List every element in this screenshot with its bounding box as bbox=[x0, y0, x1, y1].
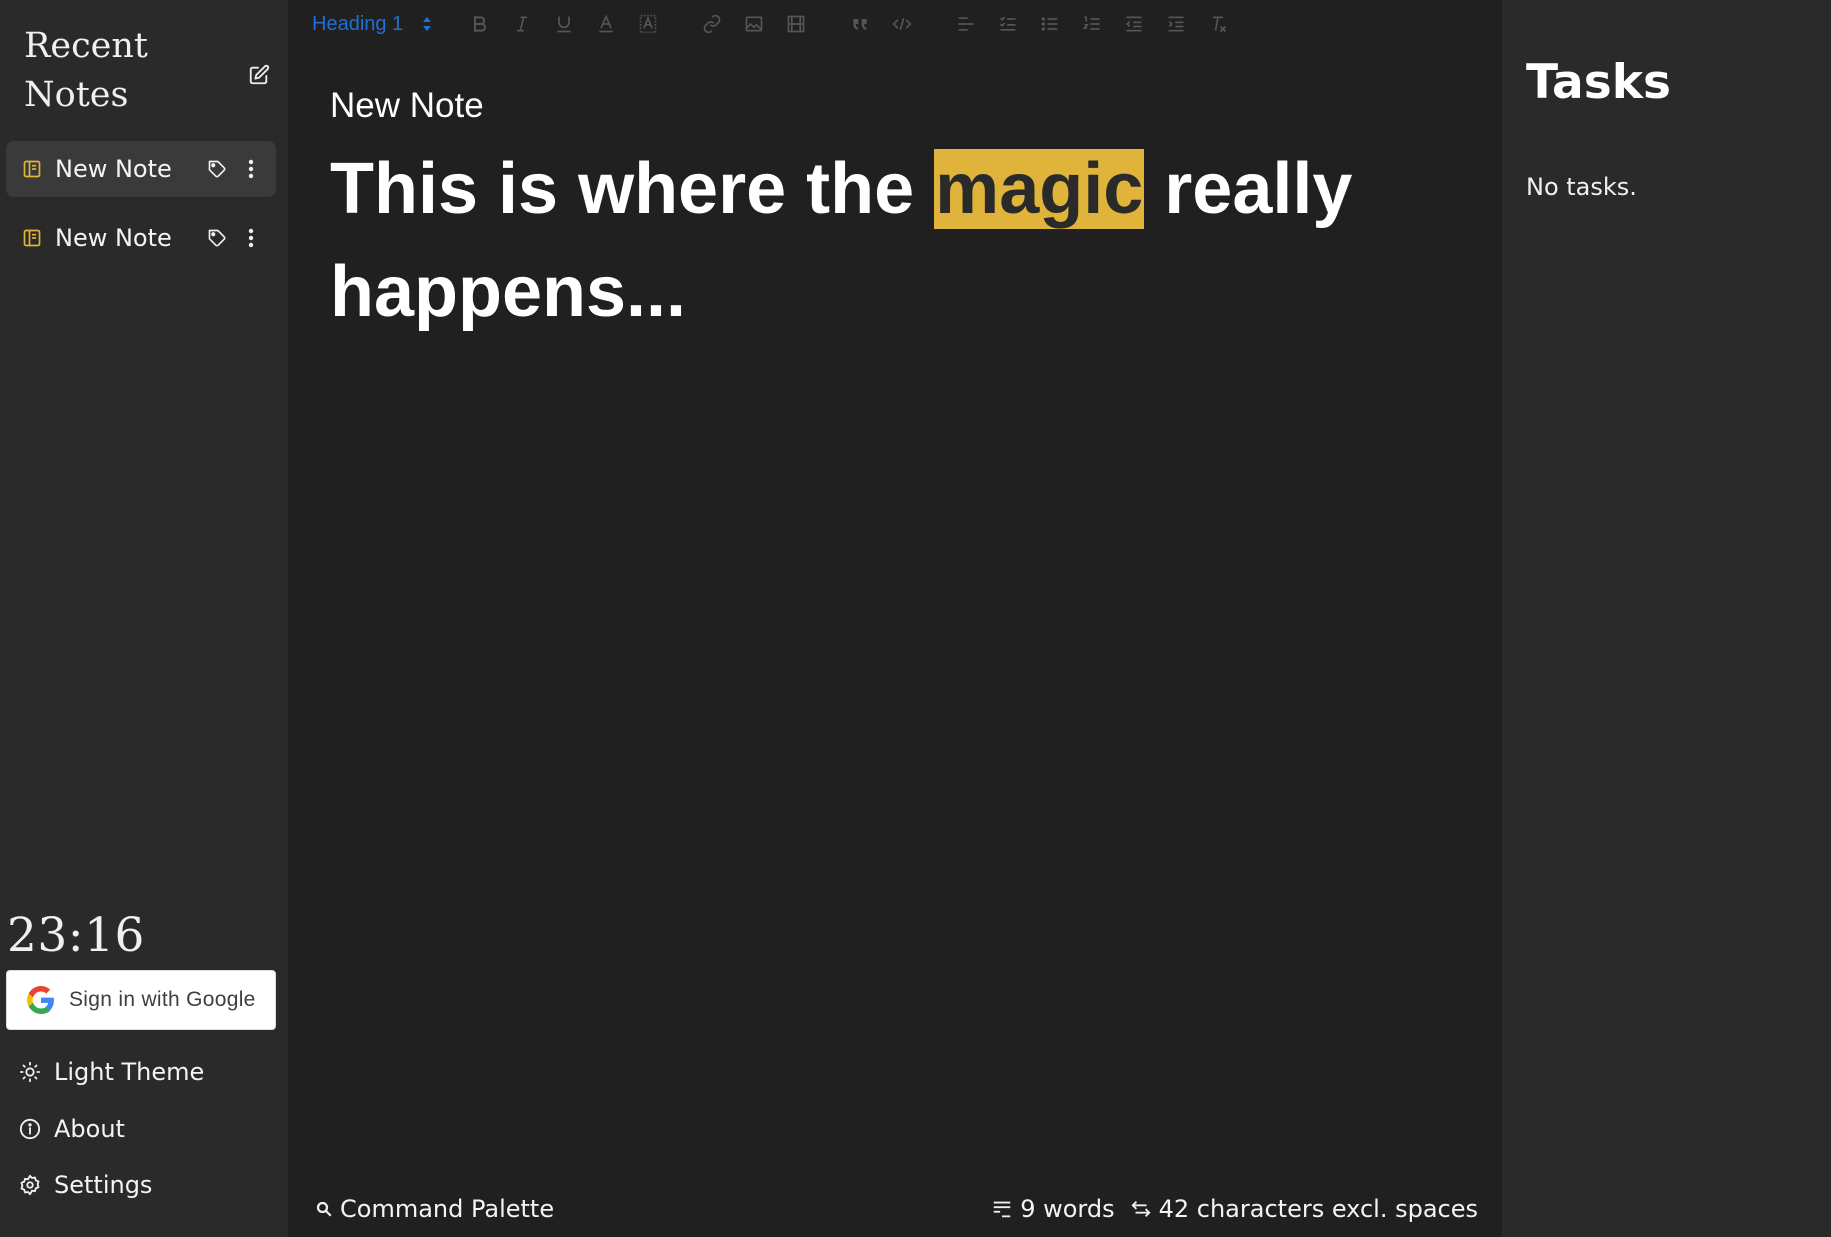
link-icon[interactable] bbox=[695, 7, 729, 41]
heading-select[interactable]: Heading 1 bbox=[312, 4, 433, 44]
search-icon bbox=[314, 1199, 334, 1219]
about-button[interactable]: About bbox=[18, 1109, 125, 1149]
more-options-icon[interactable] bbox=[238, 156, 264, 182]
sidebar: Recent Notes New Note New Note 23:16 Sig… bbox=[0, 0, 288, 1237]
bold-icon[interactable] bbox=[463, 7, 497, 41]
tag-icon[interactable] bbox=[204, 156, 230, 182]
formatting-toolbar: Heading 1 bbox=[312, 4, 1235, 44]
edit-icon bbox=[249, 64, 270, 85]
tasks-title: Tasks bbox=[1526, 55, 1671, 110]
video-icon[interactable] bbox=[779, 7, 813, 41]
word-count: 9 words bbox=[1020, 1195, 1115, 1223]
outdent-icon[interactable] bbox=[1117, 7, 1151, 41]
note-icon bbox=[21, 227, 43, 249]
underline-icon[interactable] bbox=[547, 7, 581, 41]
light-theme-button[interactable]: Light Theme bbox=[18, 1052, 204, 1092]
image-icon[interactable] bbox=[737, 7, 771, 41]
light-theme-label: Light Theme bbox=[54, 1058, 205, 1086]
align-icon[interactable] bbox=[949, 7, 983, 41]
clock: 23:16 bbox=[7, 908, 145, 963]
character-count: 42 characters excl. spaces bbox=[1158, 1195, 1478, 1223]
tasks-empty-message: No tasks. bbox=[1526, 173, 1637, 201]
google-logo-icon bbox=[27, 986, 54, 1014]
note-title[interactable]: New Note bbox=[330, 86, 484, 126]
select-caret-icon bbox=[423, 17, 432, 31]
document-stats: 9 words 42 characters excl. spaces bbox=[990, 1189, 1478, 1229]
note-label: New Note bbox=[55, 155, 172, 183]
editor: Heading 1 New Note This is where the mag… bbox=[288, 0, 1502, 1237]
sidebar-title: Recent Notes bbox=[24, 26, 148, 115]
body-text: This is where the bbox=[330, 149, 935, 229]
note-body[interactable]: This is where the magic really happens..… bbox=[330, 138, 1450, 344]
heading-select-label: Heading 1 bbox=[312, 12, 404, 35]
highlighted-text: magic bbox=[934, 149, 1145, 229]
word-count-icon bbox=[990, 1197, 1014, 1221]
highlight-icon[interactable] bbox=[631, 7, 665, 41]
status-bar: Command Palette 9 words 42 characters ex… bbox=[288, 1181, 1502, 1237]
gear-icon bbox=[18, 1173, 42, 1197]
note-icon bbox=[21, 158, 43, 180]
command-palette-button[interactable]: Command Palette bbox=[314, 1189, 554, 1229]
google-signin-label: Sign in with Google bbox=[69, 988, 256, 1011]
note-label: New Note bbox=[55, 224, 172, 252]
quote-icon[interactable] bbox=[843, 7, 877, 41]
sun-icon bbox=[18, 1060, 42, 1084]
bullet-list-icon[interactable] bbox=[1033, 7, 1067, 41]
new-note-button[interactable] bbox=[244, 60, 274, 90]
swap-arrows-icon bbox=[1129, 1197, 1153, 1221]
numbered-list-icon[interactable] bbox=[1075, 7, 1109, 41]
about-label: About bbox=[54, 1115, 125, 1143]
google-signin-button[interactable]: Sign in with Google bbox=[6, 970, 276, 1030]
tasks-panel: Tasks No tasks. bbox=[1502, 0, 1831, 1237]
indent-icon[interactable] bbox=[1159, 7, 1193, 41]
code-icon[interactable] bbox=[885, 7, 919, 41]
info-icon bbox=[18, 1117, 42, 1141]
text-color-icon[interactable] bbox=[589, 7, 623, 41]
checklist-icon[interactable] bbox=[991, 7, 1025, 41]
settings-button[interactable]: Settings bbox=[18, 1165, 152, 1205]
italic-icon[interactable] bbox=[505, 7, 539, 41]
note-list-item[interactable]: New Note bbox=[6, 210, 276, 266]
sidebar-header: Recent Notes bbox=[24, 22, 274, 122]
more-options-icon[interactable] bbox=[238, 225, 264, 251]
settings-label: Settings bbox=[54, 1171, 153, 1199]
clear-format-icon[interactable] bbox=[1201, 7, 1235, 41]
tag-icon[interactable] bbox=[204, 225, 230, 251]
note-list-item[interactable]: New Note bbox=[6, 141, 276, 197]
command-palette-label: Command Palette bbox=[340, 1195, 555, 1223]
